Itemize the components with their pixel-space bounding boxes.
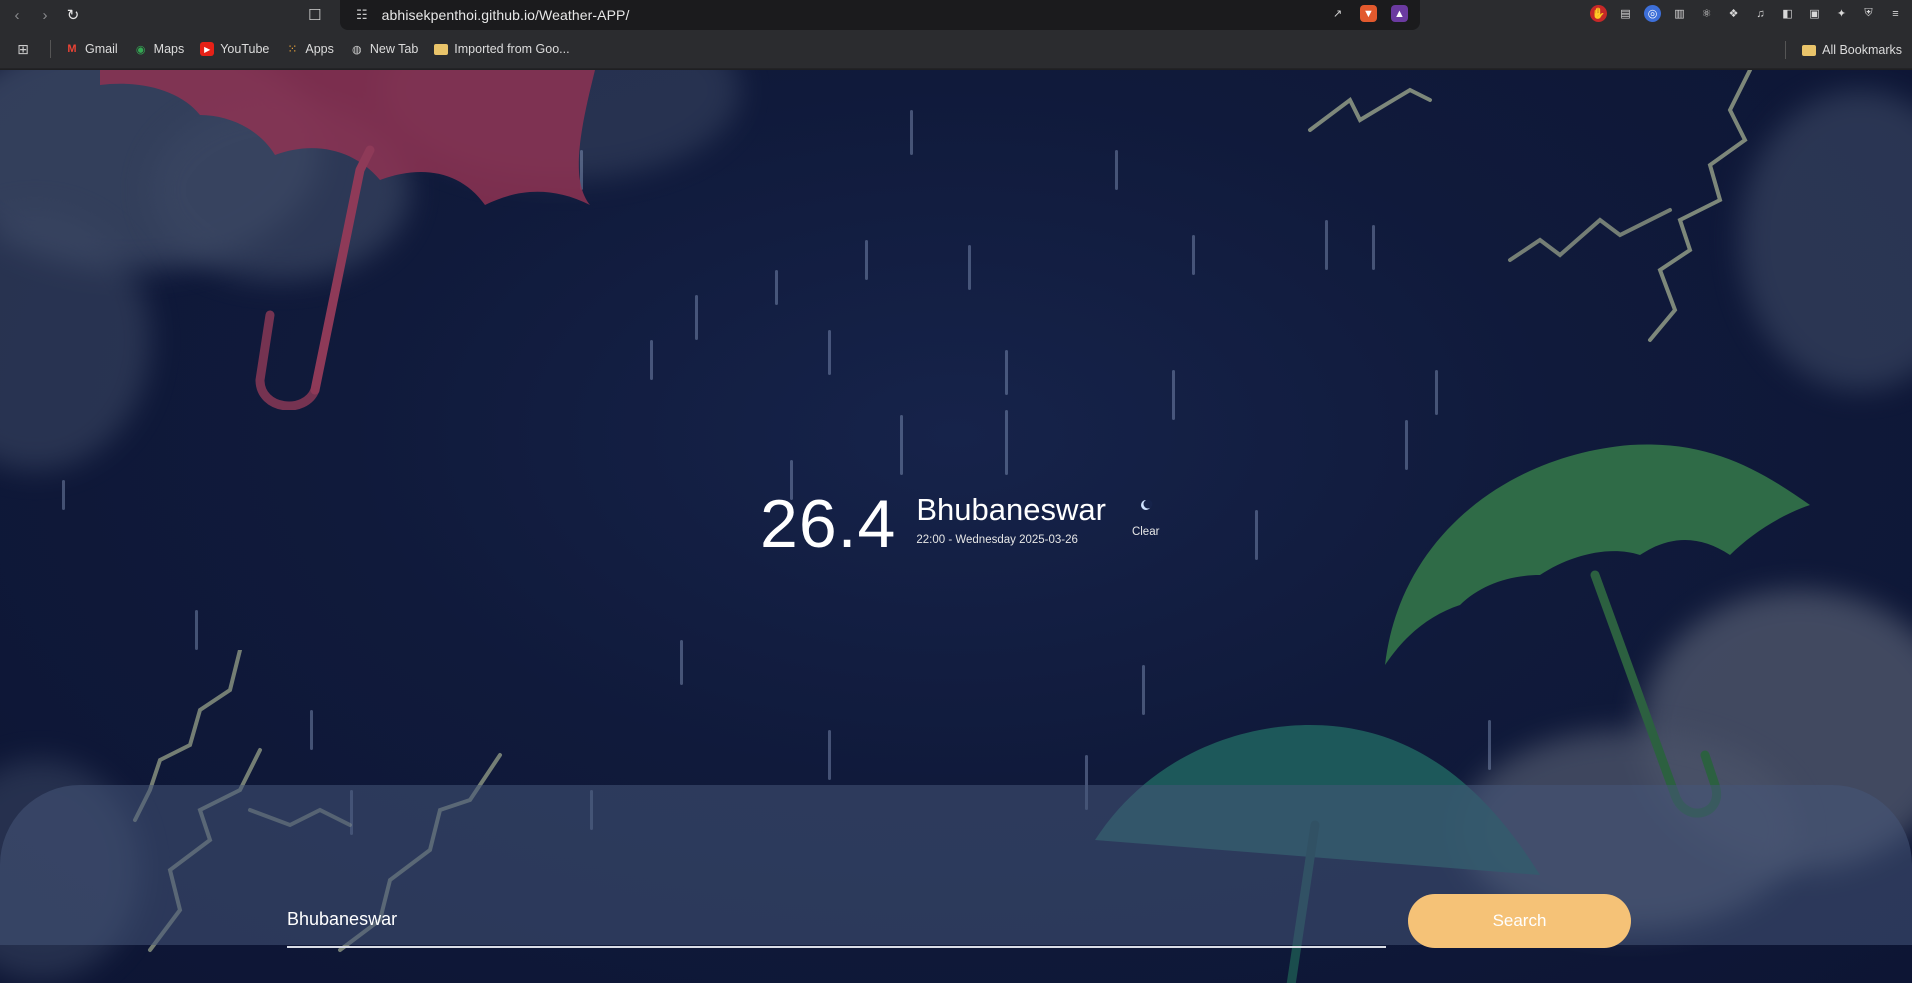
search-button[interactable]: Search bbox=[1408, 894, 1631, 948]
sidebar-icon[interactable]: ◧ bbox=[1779, 5, 1796, 22]
leo-ai-icon[interactable]: ✦ bbox=[1833, 5, 1850, 22]
address-bar[interactable]: ☷ abhisekpenthoi.github.io/Weather-APP/ … bbox=[340, 0, 1420, 30]
all-bookmarks[interactable]: All Bookmarks bbox=[1785, 41, 1902, 59]
wallet-icon[interactable]: ▣ bbox=[1806, 5, 1823, 22]
adblock-icon[interactable]: ✋ bbox=[1590, 5, 1607, 22]
url-text[interactable]: abhisekpenthoi.github.io/Weather-APP/ bbox=[382, 7, 630, 23]
bookmarks-separator bbox=[50, 40, 51, 58]
bookmark-label: New Tab bbox=[369, 42, 419, 56]
city-search-input[interactable] bbox=[287, 893, 1386, 948]
reload-button[interactable]: ↻ bbox=[62, 4, 84, 26]
apps-grid-icon: ⁙ bbox=[287, 42, 298, 56]
rain-drop bbox=[968, 245, 971, 290]
gmail-icon: M bbox=[67, 43, 77, 55]
condition-block: Clear bbox=[1132, 498, 1159, 538]
city-name: Bhubaneswar bbox=[916, 492, 1106, 527]
bookmark-youtube[interactable]: ▶ YouTube bbox=[200, 42, 269, 56]
umbrella-red bbox=[100, 70, 595, 410]
rain-drop bbox=[1435, 370, 1438, 415]
condition-label: Clear bbox=[1131, 526, 1160, 538]
rain-drop bbox=[1115, 150, 1118, 190]
rain-drop bbox=[865, 240, 868, 280]
maps-icon: ◉ bbox=[135, 43, 146, 56]
rain-drop bbox=[1005, 410, 1008, 475]
extension-icon[interactable]: ▤ bbox=[1617, 5, 1634, 22]
brave-shields-icon[interactable]: ▼ bbox=[1360, 5, 1377, 22]
back-button[interactable]: ‹ bbox=[6, 4, 28, 26]
menu-icon[interactable]: ≡ bbox=[1887, 5, 1904, 22]
lightning-bolt bbox=[1308, 70, 1752, 342]
bookmark-label: YouTube bbox=[220, 42, 270, 56]
rain-drop bbox=[650, 340, 653, 380]
rain-drop bbox=[1142, 665, 1145, 715]
moon-icon bbox=[1140, 499, 1153, 510]
all-bookmarks-label: All Bookmarks bbox=[1822, 43, 1902, 57]
youtube-icon: ▶ bbox=[200, 42, 215, 56]
rain-drop bbox=[62, 480, 65, 510]
rain-drop bbox=[1005, 350, 1008, 395]
temperature: 26.4 bbox=[760, 486, 897, 562]
rain-drop bbox=[1172, 370, 1175, 420]
bookmark-maps[interactable]: ◉ Maps bbox=[134, 42, 185, 56]
rain-drop bbox=[910, 110, 913, 155]
rain-drop bbox=[1192, 235, 1195, 275]
globe-icon: ◍ bbox=[352, 43, 362, 56]
rain-drop bbox=[828, 330, 831, 375]
bookmark-label: Imported from Goo... bbox=[454, 42, 570, 56]
brave-rewards-icon[interactable]: ▲ bbox=[1391, 5, 1408, 22]
bookmark-label: Gmail bbox=[85, 42, 118, 56]
bookmark-page-icon[interactable]: ☐ bbox=[308, 6, 321, 24]
bookmark-label: Maps bbox=[153, 42, 185, 56]
site-settings-icon[interactable]: ☷ bbox=[356, 7, 368, 23]
rain-drop bbox=[900, 415, 903, 475]
rain-drop bbox=[695, 295, 698, 340]
bookmark-folder-imported[interactable]: Imported from Goo... bbox=[434, 42, 570, 56]
extension-blue-icon[interactable]: ◎ bbox=[1644, 5, 1661, 22]
bookmarks-bar: ⊞ M Gmail ◉ Maps ▶ YouTube ⁙ Apps ◍ New … bbox=[0, 30, 1912, 69]
rain-drop bbox=[195, 610, 198, 650]
bookmark-new-tab[interactable]: ◍ New Tab bbox=[350, 42, 418, 56]
vpn-icon[interactable]: ⛨ bbox=[1860, 5, 1877, 22]
forward-button[interactable]: › bbox=[34, 4, 56, 26]
location-block: Bhubaneswar 22:00 - Wednesday 2025-03-26 bbox=[916, 492, 1106, 547]
rain-drop bbox=[775, 270, 778, 305]
share-icon[interactable]: ↗ bbox=[1329, 5, 1346, 22]
bookmarks-separator bbox=[1785, 41, 1787, 59]
bookmark-label: Apps bbox=[305, 42, 334, 56]
extension-doc-icon[interactable]: ▥ bbox=[1671, 5, 1688, 22]
rain-drop bbox=[680, 640, 683, 685]
browser-toolbar: ‹ › ↻ ☐ ☷ abhisekpenthoi.github.io/Weath… bbox=[0, 0, 1912, 30]
weather-readout: 26.4 Bhubaneswar 22:00 - Wednesday 2025-… bbox=[760, 490, 1159, 558]
date-time: 22:00 - Wednesday 2025-03-26 bbox=[916, 534, 1078, 547]
media-icon[interactable]: ♫ bbox=[1752, 5, 1769, 22]
rain-drop bbox=[1255, 510, 1258, 560]
apps-launcher-icon[interactable]: ⊞ bbox=[16, 41, 30, 57]
folder-icon bbox=[1802, 44, 1817, 56]
bookmark-apps[interactable]: ⁙ Apps bbox=[285, 42, 334, 56]
react-devtools-icon[interactable]: ⚛ bbox=[1698, 5, 1715, 22]
extensions-puzzle-icon[interactable]: ❖ bbox=[1725, 5, 1742, 22]
rain-drop bbox=[828, 730, 831, 780]
bookmark-gmail[interactable]: M Gmail bbox=[65, 42, 118, 56]
folder-icon bbox=[434, 43, 449, 55]
